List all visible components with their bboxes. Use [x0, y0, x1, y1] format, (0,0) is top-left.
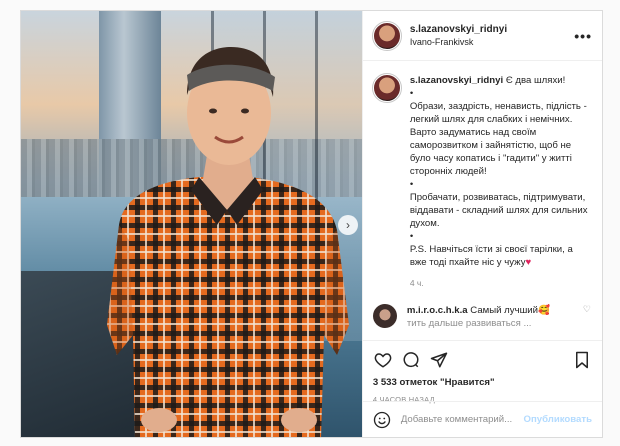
- photo-person: [107, 47, 349, 437]
- smiling-hearts-emoji-icon: 🥰: [538, 305, 550, 316]
- action-icons: [373, 349, 592, 371]
- author-info: s.lazanovskyi_ridnyi Ivano-Frankivsk: [410, 24, 574, 47]
- next-photo-button[interactable]: ›: [338, 215, 358, 235]
- caption-text: s.lazanovskyi_ridnyi Є два шляхи! • Обра…: [410, 74, 592, 290]
- caption-time[interactable]: 4 ч.: [410, 277, 592, 290]
- like-heart-icon[interactable]: [373, 350, 393, 370]
- post-side-panel: s.lazanovskyi_ridnyi Ivano-Frankivsk •••…: [361, 11, 602, 437]
- save-bookmark-icon[interactable]: [572, 350, 592, 370]
- comment-like-heart-icon[interactable]: ♡: [583, 304, 591, 315]
- comment-text: m.i.r.o.c.h.k.a Самый лучший🥰 тить дальш…: [407, 304, 577, 330]
- post-photo[interactable]: ›: [21, 11, 362, 437]
- emoji-smiley-icon[interactable]: [373, 411, 391, 429]
- add-comment-bar: Добавьте комментарий... Опубликовать: [362, 401, 602, 437]
- caption-intro: Є два шляхи!: [505, 75, 566, 86]
- post-header: s.lazanovskyi_ridnyi Ivano-Frankivsk •••: [362, 11, 602, 61]
- caption-paragraph-2: Пробачати, розвиватась, підтримувати, ві…: [409, 192, 588, 229]
- caption-username[interactable]: s.lazanovskyi_ridnyi: [410, 75, 503, 86]
- author-avatar[interactable]: [371, 20, 402, 51]
- comment-continuation: тить дальше развиваться ...: [406, 318, 532, 329]
- commenter-avatar[interactable]: [372, 304, 397, 328]
- caption-paragraph-3: P.S. Навчіться їсти зі своєї тарілки, а …: [409, 244, 573, 268]
- post-location[interactable]: Ivano-Frankivsk: [410, 37, 574, 47]
- comment-body: Самый лучший: [470, 305, 538, 316]
- red-heart-emoji-icon: ♥: [525, 257, 532, 268]
- add-comment-input[interactable]: Добавьте комментарий...: [401, 414, 524, 425]
- comments-area: s.lazanovskyi_ridnyi Є два шляхи! • Обра…: [363, 62, 602, 340]
- caption-bullet-1: •: [409, 88, 414, 99]
- caption-bullet-3: •: [409, 231, 414, 242]
- comment-bubble-icon[interactable]: [401, 350, 421, 370]
- caption-paragraph-1: Образи, заздрість, ненависть, підлість -…: [409, 101, 587, 177]
- comment-row: m.i.r.o.c.h.k.a Самый лучший🥰 тить дальш…: [372, 304, 592, 330]
- caption-bullet-2: •: [409, 179, 414, 190]
- instagram-post: › s.lazanovskyi_ridnyi Ivano-Frankivsk •…: [20, 10, 603, 438]
- more-dots-icon[interactable]: •••: [574, 28, 592, 44]
- share-paper-plane-icon[interactable]: [429, 350, 449, 370]
- commenter-username[interactable]: m.i.r.o.c.h.k.a: [407, 305, 468, 316]
- author-username[interactable]: s.lazanovskyi_ridnyi: [410, 24, 574, 35]
- post-actions: 3 533 отметок "Нравится" 4 ЧАСОВ НАЗАД: [362, 340, 602, 404]
- caption-row: s.lazanovskyi_ridnyi Є два шляхи! • Обра…: [371, 73, 592, 290]
- caption-avatar[interactable]: [371, 73, 402, 103]
- publish-button[interactable]: Опубликовать: [523, 414, 592, 425]
- likes-count[interactable]: 3 533 отметок "Нравится": [373, 377, 592, 388]
